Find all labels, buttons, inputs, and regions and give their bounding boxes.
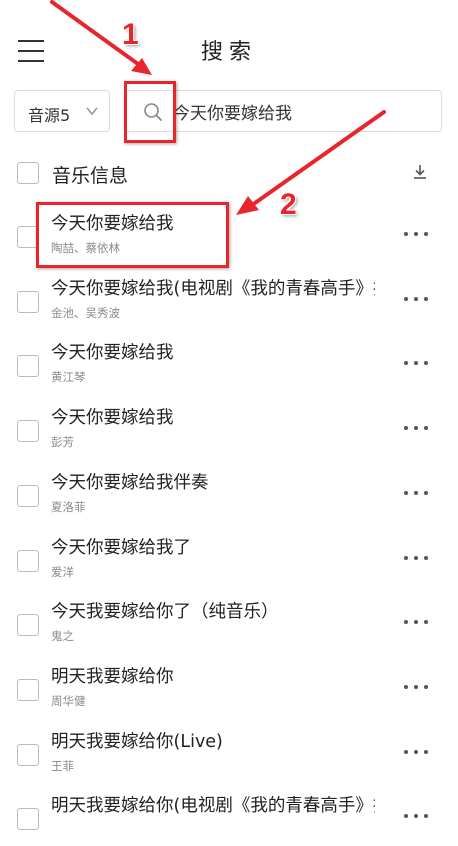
song-artist: 夏洛菲 bbox=[51, 499, 86, 514]
song-artist: 彭芳 bbox=[51, 435, 74, 450]
more-dot bbox=[404, 490, 408, 495]
more-dot bbox=[404, 232, 408, 236]
list-header-label: 音乐信息 bbox=[52, 165, 129, 187]
more-options-icon[interactable] bbox=[404, 490, 430, 497]
more-dot bbox=[414, 232, 418, 236]
more-options-icon[interactable] bbox=[404, 232, 430, 238]
more-dot bbox=[424, 555, 428, 560]
song-checkbox[interactable] bbox=[17, 484, 39, 507]
song-title: 今天你要嫁给我了 bbox=[51, 537, 191, 558]
download-icon[interactable] bbox=[412, 164, 428, 180]
song-artist: 爱洋 bbox=[51, 564, 74, 579]
more-dot bbox=[414, 749, 418, 754]
more-options-icon[interactable] bbox=[404, 555, 430, 562]
song-artist: 鬼之 bbox=[51, 629, 74, 644]
song-checkbox[interactable] bbox=[17, 808, 39, 831]
song-checkbox[interactable] bbox=[17, 290, 39, 313]
more-dot bbox=[424, 232, 428, 236]
more-dot bbox=[414, 620, 418, 625]
more-dot bbox=[414, 684, 418, 689]
song-checkbox[interactable] bbox=[17, 420, 39, 443]
more-dot bbox=[404, 814, 408, 819]
more-dot bbox=[404, 426, 408, 431]
chevron-down-icon bbox=[86, 107, 98, 116]
list-header: 音乐信息 bbox=[0, 152, 458, 196]
more-dot bbox=[414, 426, 418, 431]
app-header: 搜索 bbox=[0, 0, 458, 88]
more-options-icon[interactable] bbox=[404, 426, 430, 432]
song-title: 今天你要嫁给我伴奏 bbox=[51, 472, 209, 493]
song-title: 今天你要嫁给我 bbox=[51, 343, 174, 364]
annotation-box-first-result bbox=[36, 202, 229, 268]
more-dot bbox=[424, 490, 428, 495]
song-list-item[interactable]: 明天我要嫁给你(电视剧《我的青春高手》插曲) bbox=[0, 782, 458, 846]
song-list-item[interactable]: 今天你要嫁给我 彭芳 bbox=[0, 394, 458, 458]
audio-source-label: 音源5 bbox=[28, 106, 71, 125]
song-artist: 王菲 bbox=[51, 758, 74, 773]
song-list-item[interactable]: 明天我要嫁给你(Live) 王菲 bbox=[0, 718, 458, 782]
song-checkbox[interactable] bbox=[17, 614, 39, 637]
more-dot bbox=[424, 426, 428, 431]
more-dot bbox=[414, 296, 418, 301]
page-title: 搜索 bbox=[200, 40, 257, 65]
more-dot bbox=[414, 490, 418, 495]
song-title: 今天我要嫁给你了（纯音乐） bbox=[51, 602, 279, 623]
more-dot bbox=[424, 814, 428, 819]
song-checkbox[interactable] bbox=[17, 743, 39, 766]
more-dot bbox=[424, 296, 428, 301]
more-dot bbox=[424, 684, 428, 689]
song-artist: 周华健 bbox=[51, 693, 86, 708]
song-title: 今天你要嫁给我(电视剧《我的青春高手》插曲) bbox=[51, 278, 375, 299]
more-dot bbox=[404, 620, 408, 625]
more-dot bbox=[424, 361, 428, 366]
more-options-icon[interactable] bbox=[404, 814, 430, 820]
audio-source-dropdown[interactable]: 音源5 bbox=[14, 90, 110, 132]
more-options-icon[interactable] bbox=[404, 296, 430, 303]
song-list-item[interactable]: 今天你要嫁给我伴奏夏洛菲 bbox=[0, 459, 458, 523]
song-artist: 黄江琴 bbox=[51, 370, 86, 385]
more-options-icon[interactable] bbox=[404, 749, 430, 756]
more-dot bbox=[404, 749, 408, 754]
song-list-item[interactable]: 今天你要嫁给我(电视剧《我的青春高手》插曲) 金池、吴秀波 bbox=[0, 265, 458, 329]
more-dot bbox=[404, 361, 408, 366]
more-dot bbox=[414, 814, 418, 819]
more-dot bbox=[414, 555, 418, 560]
song-title: 明天我要嫁给你(电视剧《我的青春高手》插曲) bbox=[51, 796, 375, 817]
more-dot bbox=[424, 620, 428, 625]
annotation-number-1: 1 bbox=[122, 18, 139, 51]
song-title: 明天我要嫁给你 bbox=[51, 666, 174, 687]
more-options-icon[interactable] bbox=[404, 684, 430, 691]
more-dot bbox=[404, 296, 408, 301]
song-list-item[interactable]: 今天你要嫁给我黄江琴 bbox=[0, 329, 458, 393]
more-dot bbox=[404, 684, 408, 689]
annotation-number-2: 2 bbox=[280, 188, 297, 221]
song-list-item[interactable]: 今天你要嫁给我了爱洋 bbox=[0, 524, 458, 588]
song-artist: 金池、吴秀波 bbox=[51, 305, 120, 320]
annotation-box-search-icon bbox=[124, 81, 176, 143]
song-list-item[interactable]: 今天我要嫁给你了（纯音乐） 鬼之 bbox=[0, 588, 458, 652]
more-options-icon[interactable] bbox=[404, 361, 430, 367]
song-checkbox[interactable] bbox=[17, 355, 39, 378]
song-checkbox[interactable] bbox=[17, 549, 39, 572]
more-dot bbox=[424, 749, 428, 754]
more-dot bbox=[404, 555, 408, 560]
song-title: 明天我要嫁给你(Live) bbox=[51, 731, 223, 752]
search-input[interactable] bbox=[173, 97, 433, 125]
more-options-icon[interactable] bbox=[404, 620, 430, 626]
song-title: 今天你要嫁给我 bbox=[51, 408, 174, 429]
more-dot bbox=[414, 361, 418, 366]
song-checkbox[interactable] bbox=[17, 678, 39, 701]
song-list-item[interactable]: 明天我要嫁给你周华健 bbox=[0, 653, 458, 717]
select-all-checkbox[interactable] bbox=[17, 162, 39, 184]
